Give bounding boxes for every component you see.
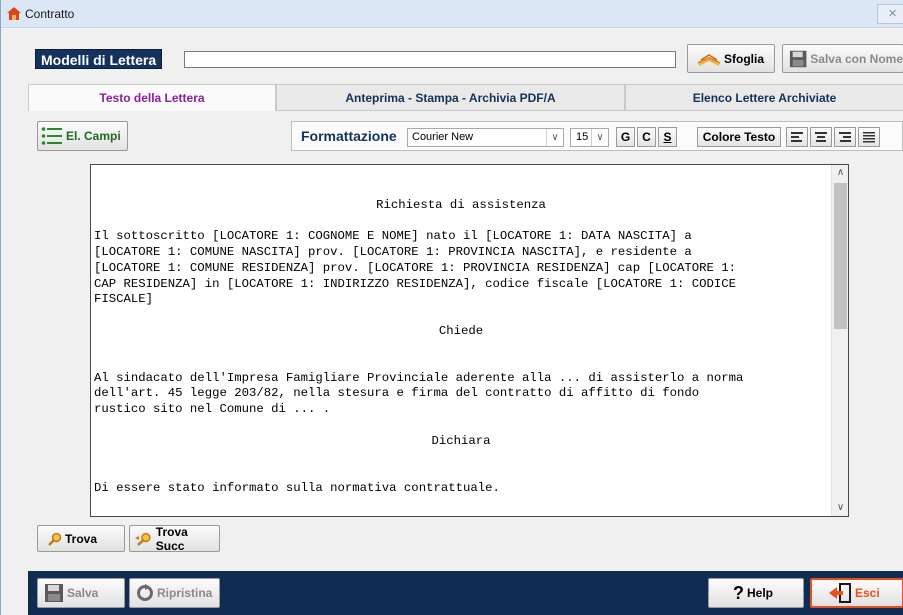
heading-richiesta: Richiesta di assistenza: [376, 198, 546, 212]
italic-button[interactable]: C: [637, 127, 656, 147]
scroll-down-icon[interactable]: ∨: [832, 500, 849, 516]
find-button[interactable]: Trova: [37, 525, 125, 552]
help-label: Help: [747, 586, 774, 600]
title-bar: Contratto ✕: [1, 0, 903, 28]
heading-chiede: Chiede: [438, 323, 484, 338]
exit-label: Esci: [855, 586, 880, 600]
font-size-value: 15: [576, 131, 589, 143]
floppy-disk-icon: [789, 50, 807, 67]
font-family-select[interactable]: Courier New ∨: [407, 128, 564, 147]
magnifier-icon: [48, 532, 62, 546]
align-left-button[interactable]: [786, 127, 808, 147]
exit-door-icon: [829, 583, 851, 603]
tab-bar: Testo della Lettera Anteprima - Stampa -…: [28, 84, 903, 111]
chevron-down-icon: ∨: [546, 129, 563, 146]
underline-button[interactable]: S: [658, 127, 677, 147]
save-as-name-label: Salva con Nome: [810, 51, 903, 66]
font-size-select[interactable]: 15 ∨: [570, 128, 609, 147]
letter-text-editor[interactable]: Richiesta di assistenza Il sottoscritto …: [90, 164, 849, 517]
align-right-button[interactable]: [834, 127, 856, 147]
justify-button[interactable]: [858, 127, 880, 147]
text-line: rustico sito nel Comune di ... .: [94, 402, 331, 417]
text-line: [LOCATORE 1: COMUNE NASCITA] prov. [LOCA…: [94, 245, 692, 260]
text-line: Al sindacato dell'Impresa Famigliare Pro…: [94, 370, 744, 385]
align-center-button[interactable]: [810, 127, 832, 147]
letter-body: Richiesta di assistenza Il sottoscritto …: [94, 198, 828, 496]
align-left-icon: [791, 132, 803, 142]
modelli-label: Modelli di Lettera: [35, 49, 163, 69]
scroll-up-icon[interactable]: ∧: [832, 165, 849, 181]
save-button[interactable]: Salva: [37, 578, 125, 608]
sfoglia-button[interactable]: Sfoglia: [687, 44, 775, 73]
justify-icon: [863, 132, 875, 143]
save-as-name-button[interactable]: Salva con Nome: [782, 44, 903, 73]
align-center-icon: [815, 132, 827, 142]
heading-dichiara: Dichiara: [431, 433, 491, 448]
find-next-button[interactable]: Trova Succ: [129, 524, 220, 553]
tab-testo-lettera[interactable]: Testo della Lettera: [28, 84, 276, 111]
text-line: [LOCATORE 1: COMUNE RESIDENZA] prov. [LO…: [94, 260, 737, 275]
font-family-value: Courier New: [412, 131, 474, 143]
close-window-button[interactable]: ✕: [877, 4, 903, 24]
restore-button[interactable]: Ripristina: [129, 578, 220, 608]
list-icon: [41, 127, 62, 145]
find-next-label: Trova Succ: [155, 524, 188, 553]
align-right-icon: [839, 132, 851, 142]
formatting-label: Formattazione: [301, 128, 397, 144]
find-label: Trova: [65, 531, 98, 546]
tab-elenco-archiviate[interactable]: Elenco Lettere Archiviate: [625, 84, 903, 111]
contract-window: Contratto ✕ Modelli di Lettera Sfoglia S…: [0, 0, 903, 615]
restore-arrows-icon: [137, 584, 153, 601]
restore-label: Ripristina: [157, 586, 213, 600]
sfoglia-label: Sfoglia: [724, 51, 765, 66]
scroll-thumb[interactable]: [834, 183, 847, 329]
save-label: Salva: [67, 586, 99, 600]
open-book-icon: [697, 53, 721, 66]
help-button[interactable]: ? Help: [708, 578, 804, 608]
house-icon: [7, 7, 21, 20]
text-line: Il sottoscritto [LOCATORE 1: COGNOME E N…: [94, 229, 692, 244]
formatting-toolbar: Formattazione Courier New ∨ 15 ∨ G C S C…: [291, 121, 903, 151]
text-line: CAP RESIDENZA] in [LOCATORE 1: INDIRIZZO…: [94, 276, 737, 291]
text-line: dell'art. 45 legge 203/82, nella stesura…: [94, 386, 700, 401]
vertical-scrollbar[interactable]: ∧ ∨: [831, 165, 848, 516]
floppy-disk-icon: [45, 584, 63, 602]
tab-anteprima-stampa[interactable]: Anteprima - Stampa - Archivia PDF/A: [276, 84, 625, 111]
window-title: Contratto: [25, 7, 75, 21]
exit-button[interactable]: Esci: [810, 578, 903, 608]
text-line: Di essere stato informato sulla normativ…: [94, 480, 500, 495]
question-mark-icon: ?: [733, 582, 744, 603]
field-list-button[interactable]: El. Campi: [37, 121, 128, 151]
field-list-label: El. Campi: [66, 129, 121, 143]
chevron-down-icon: ∨: [591, 129, 608, 146]
text-color-button[interactable]: Colore Testo: [697, 127, 781, 147]
magnifier-next-icon: [135, 532, 151, 546]
bold-button[interactable]: G: [616, 127, 635, 147]
text-line: FISCALE]: [94, 292, 154, 307]
model-name-field[interactable]: [184, 51, 676, 68]
